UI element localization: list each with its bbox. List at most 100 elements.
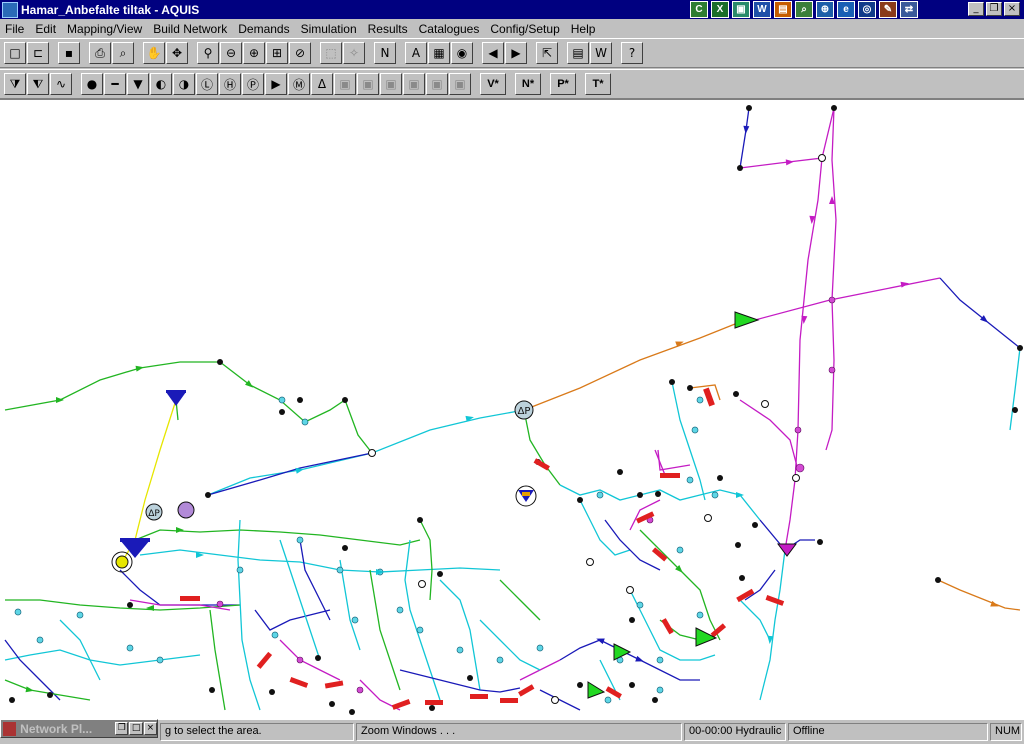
menu-file[interactable]: File (0, 22, 30, 36)
pump-station-lower-symbol[interactable] (587, 627, 718, 699)
print-preview-icon[interactable]: ⌕ (112, 42, 134, 64)
zoom-in-icon[interactable]: ⊕ (243, 42, 265, 64)
tray-globe-icon[interactable]: ⊕ (816, 1, 834, 18)
tray-chart-icon[interactable]: ▤ (774, 1, 792, 18)
pump-station-green-symbol[interactable] (734, 311, 760, 329)
mini-maximize-button[interactable]: □ (129, 722, 143, 735)
tank-tool-icon[interactable]: ▼ (127, 73, 149, 95)
next-arrow-icon[interactable]: ▶ (505, 42, 527, 64)
main-reservoir-symbol[interactable] (120, 538, 150, 558)
lifebuoy-icon[interactable]: ◉ (451, 42, 473, 64)
restore-button[interactable]: ❐ (986, 2, 1002, 16)
aquis-app-icon[interactable] (2, 1, 18, 18)
move-arrows-icon[interactable]: ✥ (166, 42, 188, 64)
select-node-icon[interactable]: ✧ (343, 42, 365, 64)
disabled-tool-2-icon[interactable]: ▣ (357, 73, 379, 95)
tray-c-icon[interactable]: C (690, 1, 708, 18)
toolbar-separator (559, 42, 567, 64)
minimized-network-plan-window[interactable]: Network Pl... ❐ □ × (0, 719, 158, 738)
menu-help[interactable]: Help (566, 22, 602, 36)
tray-app-icon[interactable]: ▣ (732, 1, 750, 18)
tray-word-icon[interactable]: W (753, 1, 771, 18)
p-star-button[interactable]: P* (550, 73, 576, 95)
disabled-tool-6-icon[interactable]: ▣ (449, 73, 471, 95)
legend-icon[interactable]: ▤ (567, 42, 589, 64)
network-plan-icon (3, 721, 17, 736)
disabled-tool-5-icon[interactable]: ▣ (426, 73, 448, 95)
dp-valve-west-symbol[interactable]: ΔP (145, 501, 195, 521)
t-star-button[interactable]: T* (585, 73, 611, 95)
node-tool-icon[interactable]: ● (81, 73, 103, 95)
wave-icon[interactable]: ∿ (50, 73, 72, 95)
save-icon[interactable]: ▪ (58, 42, 80, 64)
svg-text:ΔP: ΔP (148, 509, 160, 519)
network-map-canvas[interactable]: ΔP ΔP (0, 99, 1024, 720)
zoom-out-icon[interactable]: ⊖ (220, 42, 242, 64)
menu-config-setup[interactable]: Config/Setup (485, 22, 565, 36)
status-num-lock: NUM (990, 723, 1022, 741)
mini-restore-button[interactable]: ❐ (115, 722, 129, 735)
menu-edit[interactable]: Edit (30, 22, 62, 36)
previous-arrow-icon[interactable]: ◀ (482, 42, 504, 64)
magenta-tank-symbol[interactable] (777, 543, 797, 557)
tray-tools-icon[interactable]: ✎ (879, 1, 897, 18)
select-area-icon[interactable]: ⬚ (320, 42, 342, 64)
toolbar-separator (366, 42, 374, 64)
w-tool-icon[interactable]: W (590, 42, 612, 64)
filter-nodes-icon[interactable]: ⧩ (4, 73, 26, 95)
disabled-tool-3-icon[interactable]: ▣ (380, 73, 402, 95)
disabled-tool-1-icon[interactable]: ▣ (334, 73, 356, 95)
close-button[interactable]: × (1004, 2, 1020, 16)
menu-simulation[interactable]: Simulation (296, 22, 363, 36)
open-folder-icon[interactable]: ⊏ (27, 42, 49, 64)
pumping-station-symbol[interactable] (515, 485, 537, 507)
flow-direction-arrow (635, 655, 644, 662)
text-label-icon[interactable]: A (405, 42, 427, 64)
network-map[interactable]: ΔP ΔP (0, 100, 1024, 720)
new-file-icon[interactable]: □ (4, 42, 26, 64)
dp-tool-icon[interactable]: Δ (311, 73, 333, 95)
help-question-icon[interactable]: ? (621, 42, 643, 64)
zoom-previous-icon[interactable]: ⊘ (289, 42, 311, 64)
minimized-window-label: Network Pl... (20, 721, 93, 736)
l-tool-icon[interactable]: Ⓛ (196, 73, 218, 95)
pressure-station-symbol[interactable] (111, 551, 133, 573)
table-icon[interactable]: ▦ (428, 42, 450, 64)
filter-links-icon[interactable]: ⧨ (27, 73, 49, 95)
menu-demands[interactable]: Demands (233, 22, 295, 36)
tray-excel-icon[interactable]: X (711, 1, 729, 18)
tray-net-icon[interactable]: ◎ (858, 1, 876, 18)
toolbar-separator (81, 42, 89, 64)
n-star-button[interactable]: N* (515, 73, 541, 95)
m-tool-icon[interactable]: Ⓜ (288, 73, 310, 95)
export-icon[interactable]: ⇱ (536, 42, 558, 64)
toolbar-separator (528, 42, 536, 64)
h-tool-icon[interactable]: Ⓗ (219, 73, 241, 95)
menu-results[interactable]: Results (363, 22, 414, 36)
valve-tool-icon[interactable]: ◐ (150, 73, 172, 95)
pipe-tool-icon[interactable]: ━ (104, 73, 126, 95)
minimize-button[interactable]: _ (968, 2, 984, 16)
menu-catalogues[interactable]: Catalogues (414, 22, 486, 36)
zoom-window-icon[interactable]: ⚲ (197, 42, 219, 64)
v-star-button[interactable]: V* (480, 73, 506, 95)
pp-tool-icon[interactable]: Ⓟ (242, 73, 264, 95)
meter-tool-icon[interactable]: ◑ (173, 73, 195, 95)
tray-explorer-icon[interactable]: e (837, 1, 855, 18)
tray-search-icon[interactable]: ⌕ (795, 1, 813, 18)
print-icon[interactable]: ⎙ (89, 42, 111, 64)
dp-valve-symbol[interactable]: ΔP (514, 400, 534, 420)
flow-direction-arrow (596, 638, 605, 645)
disabled-tool-4-icon[interactable]: ▣ (403, 73, 425, 95)
pan-hand-icon[interactable]: ✋ (143, 42, 165, 64)
tray-sync-icon[interactable]: ⇄ (900, 1, 918, 18)
zoom-extents-icon[interactable]: ⊞ (266, 42, 288, 64)
window-title: Hamar_Anbefalte tiltak - AQUIS (21, 2, 200, 17)
reservoir-symbol[interactable] (166, 390, 186, 406)
menu-build-network[interactable]: Build Network (148, 22, 233, 36)
mini-close-button[interactable]: × (143, 722, 157, 735)
node-n1-icon[interactable]: N (374, 42, 396, 64)
pump-tool-icon[interactable]: ▶ (265, 73, 287, 95)
toolbar-separator (73, 73, 81, 95)
menu-mapping-view[interactable]: Mapping/View (62, 22, 148, 36)
